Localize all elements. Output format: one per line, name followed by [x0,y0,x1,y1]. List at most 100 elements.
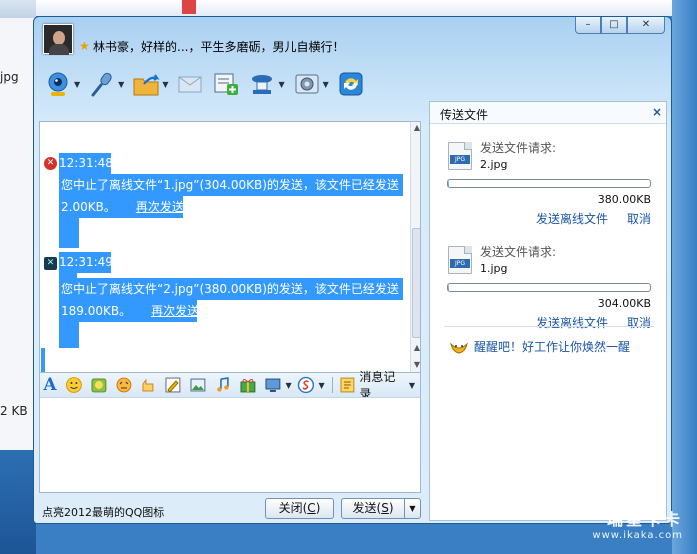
chevron-down-icon[interactable]: ▼ [74,80,80,89]
message-text-continued: 189.00KB。 再次发送 [59,300,199,322]
resend-link[interactable]: 再次发送 [136,200,184,214]
chevron-down-icon[interactable]: ▼ [162,80,168,89]
font-icon[interactable]: A [42,375,58,395]
send-file-button[interactable]: ▼ [132,70,168,98]
soso-icon[interactable] [297,376,315,394]
file-type-tag: JPG [450,259,470,268]
file-icon-fold [464,246,472,254]
magic-emoji-icon[interactable] [90,376,108,394]
file-request-label: 发送文件请求: [480,141,557,155]
format-toolbar: A ▼ ▼ 消息记录 ▼ [39,370,421,401]
close-button-hotkey: C [307,501,316,515]
file-size: 380.00KB [597,193,651,206]
mail-icon [178,76,202,93]
promo-banner[interactable]: 醒醒吧！好工作让你焕然一醒 [450,338,630,355]
text-cursor [41,348,45,372]
tool-icon: ✕ [44,257,57,270]
chevron-down-icon[interactable]: ▼ [409,381,415,390]
send-options-button[interactable]: ▼ [404,498,421,519]
promo-tip-link[interactable]: 点亮2012最萌的QQ图标 [42,504,164,520]
chevron-down-icon[interactable]: ▼ [285,381,291,390]
chevron-down-icon: ▼ [409,504,416,513]
chevron-down-icon[interactable]: ▼ [318,381,324,390]
image-icon[interactable] [189,376,207,394]
minimize-button[interactable]: – [575,17,601,34]
bird-icon [450,341,468,354]
cancel-transfer-link[interactable]: 取消 [627,314,651,331]
file-transfer-panel: 传送文件 × JPG 发送文件请求: 2.jpg 380.00KB 发送离线文件… [429,101,667,521]
background-explorer-titlebar [0,0,36,18]
close-button-label: 关闭( [278,501,308,515]
selection-block [59,322,79,348]
send-button-hotkey: S [381,501,389,515]
window-titlebar[interactable]: ★ 林书豪，好样的...，平生多磨砺，男儿自横行！ – □ ✕ [34,17,671,63]
watermark-logo-text: 瑞星卡卡 [606,510,683,529]
chat-message-area[interactable]: ✕ 12:31:48 您中止了离线文件“1.jpg”(304.00KB)的发送，… [39,121,421,373]
window-controls: – □ ✕ [575,17,665,35]
close-panel-icon[interactable]: × [652,105,662,119]
chevron-down-icon[interactable]: ▼ [323,80,329,89]
watermark-url: www.ikaka.com [592,530,683,541]
vip-star-icon: ★ [79,39,90,53]
watermark: 瑞星卡卡 www.ikaka.com [553,506,683,544]
promo-text: 醒醒吧！好工作让你焕然一醒 [474,340,631,354]
file-transfer-title: 传送文件 [440,108,489,122]
avatar[interactable] [43,24,73,55]
error-icon: ✕ [44,157,57,170]
meeting-button[interactable]: ▼ [248,70,285,98]
music-icon[interactable] [214,376,232,394]
scribble-icon[interactable] [164,376,182,394]
send-offline-file-link[interactable]: 发送离线文件 [536,210,608,227]
background-desktop-edge [672,0,697,554]
meeting-icon [252,75,273,94]
file-name: 2.jpg [480,158,508,171]
message-timestamp: 12:31:48 [59,153,113,174]
bottom-bar: 点亮2012最萌的QQ图标 关闭(C) 发送(S) ▼ [39,495,421,521]
sync-button[interactable] [337,70,365,98]
mail-button[interactable] [176,70,204,98]
message-input[interactable] [39,397,421,493]
message-text: 您中止了离线文件“1.jpg”(304.00KB)的发送，该文件已经发送 [59,174,403,196]
background-taskbar [0,450,36,554]
history-icon [340,377,354,393]
chevron-down-icon[interactable]: ▼ [278,80,284,89]
send-file-icon [133,74,160,96]
close-button[interactable]: 关闭(C) [265,498,334,519]
video-call-button[interactable]: ▼ [44,70,80,98]
voice-call-button[interactable]: ▼ [88,70,124,98]
send-button[interactable]: 发送(S) [341,498,405,519]
close-window-button[interactable]: ✕ [627,17,665,34]
resend-link[interactable]: 再次发送 [151,304,199,318]
add-app-icon [214,73,239,95]
window-title: 林书豪，好样的...，平生多磨砺，男儿自横行！ [93,40,345,54]
jpg-file-icon: JPG [448,142,472,170]
send-offline-file-link[interactable]: 发送离线文件 [536,314,608,331]
maximize-button[interactable]: □ [601,17,627,34]
screenshot-icon[interactable] [264,376,282,394]
chat-scrollbar[interactable]: ▲ ▲ ▼ [410,122,420,372]
chevron-down-icon[interactable]: ▼ [118,80,124,89]
scroll-up-icon[interactable]: ▲ [411,122,420,134]
transfer-progress-bar [447,179,651,188]
background-window-strip [0,0,697,16]
gift-icon[interactable] [239,376,257,394]
emoji-icon[interactable] [65,376,83,394]
sent-amount: 189.00KB。 [61,304,132,318]
avatar-face [53,31,65,45]
background-file-label: jpg [0,70,19,84]
selection-block [59,218,79,248]
qq-chat-window: ★ 林书豪，好样的...，平生多磨砺，男儿自横行！ – □ ✕ ▼ ▼ ▼ ▼ … [33,16,672,524]
main-toolbar: ▼ ▼ ▼ ▼ ▼ [44,67,373,101]
gesture-icon[interactable] [139,376,157,394]
scroll-down-icon[interactable]: ▲ [411,342,420,354]
transfer-progress-fill [448,180,449,187]
shake-icon[interactable] [115,376,133,394]
transfer-progress-fill [448,284,449,291]
cancel-transfer-link[interactable]: 取消 [627,210,651,227]
file-name: 1.jpg [480,262,508,275]
add-app-button[interactable] [212,70,240,98]
scroll-thumb[interactable] [412,228,420,338]
file-size: 304.00KB [597,297,651,310]
settings-button[interactable]: ▼ [293,70,329,98]
file-transfer-item: JPG 发送文件请求: 1.jpg 304.00KB 发送离线文件 取消 [444,243,659,338]
